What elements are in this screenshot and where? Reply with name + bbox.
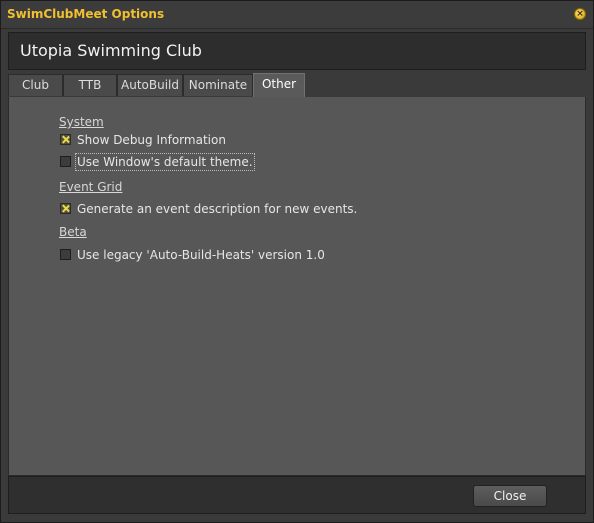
title-bar[interactable]: SwimClubMeet Options × — [1, 1, 593, 29]
tab-content-other: System Show Debug Information Use Window… — [8, 97, 586, 476]
close-button[interactable]: Close — [473, 485, 547, 507]
tab-nominate[interactable]: Nominate — [183, 74, 253, 96]
show-debug-label[interactable]: Show Debug Information — [77, 133, 226, 147]
section-title-event-grid: Event Grid — [59, 180, 123, 194]
default-theme-checkbox[interactable] — [60, 156, 71, 167]
tab-autobuild[interactable]: AutoBuild — [117, 74, 183, 96]
default-theme-label[interactable]: Use Window's default theme. — [75, 153, 255, 171]
section-title-beta: Beta — [59, 225, 87, 239]
club-title: Utopia Swimming Club — [20, 41, 202, 60]
header-panel: Utopia Swimming Club — [8, 32, 586, 70]
tab-other[interactable]: Other — [253, 73, 305, 98]
tab-bar: Club TTB AutoBuild Nominate Other — [8, 73, 586, 98]
section-title-system: System — [59, 115, 104, 129]
close-icon[interactable]: × — [574, 8, 586, 20]
legacy-autobuild-checkbox[interactable] — [60, 249, 71, 260]
window-title: SwimClubMeet Options — [7, 7, 165, 21]
tab-ttb[interactable]: TTB — [63, 74, 117, 96]
event-description-checkbox[interactable] — [60, 203, 71, 214]
options-window: SwimClubMeet Options × Utopia Swimming C… — [0, 0, 594, 523]
tab-club[interactable]: Club — [8, 74, 63, 96]
event-description-label[interactable]: Generate an event description for new ev… — [77, 202, 357, 216]
legacy-autobuild-label[interactable]: Use legacy 'Auto-Build-Heats' version 1.… — [77, 248, 325, 262]
show-debug-checkbox[interactable] — [60, 134, 71, 145]
footer-panel: Close — [8, 476, 586, 514]
